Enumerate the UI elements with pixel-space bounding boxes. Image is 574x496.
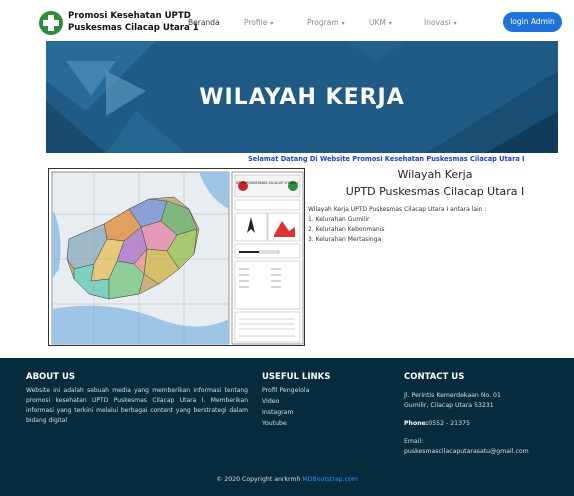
brand-line2: Puskesmas Cilacap Utara 1 [68,23,199,33]
chevron-down-icon: ▾ [341,20,345,27]
list-item: 3. Kelurahan Mertasinga [308,236,382,243]
mdbootstrap-link[interactable]: MDBootstrap.com [302,476,357,483]
section-title-line2: UPTD Puskesmas Cilacap Utara I [345,185,525,198]
nav-label: Inovasi [424,18,451,27]
nav-item-inovasi[interactable]: Inovasi ▾ [424,18,457,27]
chevron-down-icon: ▾ [453,20,457,27]
copyright: © 2020 Copyright anrkrmh MDBootstrap.com [0,476,574,483]
nav-item-ukm[interactable]: UKM ▾ [369,18,392,27]
nav-label: UKM [369,18,386,27]
link-profil-pengelola[interactable]: Profil Pengelola [262,387,309,394]
email-value[interactable]: puskesmascilacaputarasatu@gmail.com [404,447,529,457]
chevron-down-icon: ▾ [270,20,274,27]
phone-value: 0552 - 21375 [428,420,470,427]
hero-title: WILAYAH KERJA [199,85,405,110]
nav-item-profile[interactable]: Profile ▾ [244,18,273,27]
link-instagram[interactable]: Instagram [262,409,293,416]
nav-label: Profile [244,18,268,27]
footer: ABOUT US Website ini adalah sebuah media… [0,358,574,496]
map-image: UPTD PUSKESMAS CILACAP UTARA I [49,169,304,345]
address-line1: Jl. Perintis Kemerdekaan No. 01 [404,392,501,399]
login-admin-button[interactable]: login Admin [503,12,562,32]
wilayah-kerja-map: UPTD PUSKESMAS CILACAP UTARA I [48,168,305,346]
list-item: 1. Kelurahan Gumilir [308,216,370,223]
chevron-down-icon: ▾ [388,20,392,27]
contact-heading: CONTACT US [404,372,465,382]
hero-banner: WILAYAH KERJA [46,41,558,153]
link-youtube[interactable]: Youtube [262,420,287,427]
nav-label: Program [307,18,339,27]
brand-line1: Promosi Kesehatan UPTD [68,11,191,21]
section-title-line1: Wilayah Kerja [397,168,473,181]
about-heading: ABOUT US [26,372,75,382]
nav-item-beranda[interactable]: Beranda [188,18,220,27]
intro-text: Wilayah Kerja UPTD Puskesmas Cilacap Uta… [308,206,487,213]
navbar: Promosi Kesehatan UPTD Puskesmas Cilacap… [0,0,574,40]
map-header-text: UPTD PUSKESMAS CILACAP UTARA I [236,181,299,185]
nav-label: Beranda [188,18,220,27]
link-video[interactable]: Video [262,398,279,405]
address-line2: Gumilir, Cilacap Utara 53231 [404,402,494,409]
links-heading: USEFUL LINKS [262,372,331,382]
list-item: 2. Kelurahan Kebonmanis [308,226,385,233]
phone-line: Phone:0552 - 21375 [404,419,470,429]
copyright-text: © 2020 Copyright anrkrmh [216,476,301,483]
welcome-text: Selamat Datang Di Website Promosi Keseha… [248,155,525,163]
email-label: Email: [404,438,424,445]
brand-title[interactable]: Promosi Kesehatan UPTD Puskesmas Cilacap… [68,10,199,34]
phone-label: Phone: [404,420,429,427]
cross-logo-icon[interactable] [39,11,63,35]
nav-item-program[interactable]: Program ▾ [307,18,345,27]
about-text: Website ini adalah sebuah media yang mem… [26,387,248,424]
